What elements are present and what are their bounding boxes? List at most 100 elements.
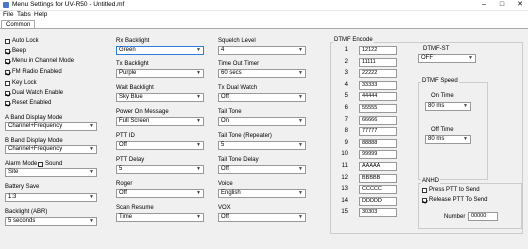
col2-select-3[interactable]: Full Screen ▼ — [116, 117, 204, 126]
dtmf-row-number: 10 — [341, 151, 348, 158]
dtmf-code-input[interactable]: 44444 — [359, 92, 397, 102]
dtmf-code-input[interactable]: 55555 — [359, 104, 397, 113]
dtmf-row-number: 6 — [344, 105, 348, 111]
dtmf-code-input[interactable]: 12122 — [359, 46, 397, 55]
app-icon — [3, 2, 9, 8]
number-input[interactable]: 00000 — [468, 212, 498, 221]
number-label: Number — [444, 214, 466, 220]
press-ptt-checkbox[interactable]: Press PTT to Send — [422, 187, 480, 193]
backlight-abr-select[interactable]: 5 seconds ▼ — [5, 217, 97, 226]
battery-save-label: Battery Save — [5, 184, 40, 190]
dtmf-row-number: 7 — [344, 116, 348, 123]
dtmf-row-number: 3 — [344, 70, 348, 77]
col2-select-1[interactable]: Purple ▼ — [116, 69, 204, 78]
dtmf-code-input[interactable]: DDDDD — [359, 196, 397, 206]
col3-label-0: Squelch Level — [218, 38, 256, 44]
dtmf-row-number: 11 — [341, 163, 348, 169]
chevron-down-icon: ▼ — [196, 94, 201, 100]
col2-select-6[interactable]: Off ▼ — [116, 189, 204, 198]
dtmf-code-input[interactable]: 11111 — [359, 57, 397, 67]
b-band-select[interactable]: Channel+Frequency ▼ — [5, 145, 97, 154]
release-ptt-checkbox[interactable]: Release PTT To Send — [422, 197, 487, 203]
dtmf-st-select[interactable]: OFF ▼ — [418, 54, 476, 63]
checkbox-box-checked — [5, 69, 10, 75]
checkbox-box-checked — [5, 48, 10, 54]
a-band-select[interactable]: Channel+Frequency ▼ — [5, 122, 97, 131]
dtmf-code-input[interactable]: 33333 — [359, 80, 397, 90]
col3-select-2[interactable]: Off ▼ — [218, 93, 306, 102]
menu-bar: File Tabs Help — [0, 10, 528, 19]
col2-select-5[interactable]: 5 ▼ — [116, 165, 204, 174]
checkbox-beep[interactable]: Beep — [5, 48, 26, 54]
chevron-down-icon: ▼ — [468, 55, 473, 61]
col2-label-1: Tx Backlight — [116, 61, 149, 67]
tab-strip: Common — [0, 19, 528, 29]
col2-label-0: Rx Backlight — [116, 38, 150, 44]
col2-label-4: PTT ID — [116, 133, 135, 139]
col3-label-1: Time Out Timer — [218, 61, 260, 67]
chevron-down-icon: ▼ — [298, 214, 303, 220]
anhd-title: ANHD — [421, 178, 441, 184]
col3-select-3[interactable]: On ▼ — [218, 117, 306, 126]
dtmf-row-number: 15 — [341, 209, 348, 216]
dtmf-code-input[interactable]: 77777 — [359, 127, 397, 137]
menu-help[interactable]: Help — [34, 11, 47, 18]
col2-label-6: Roger — [116, 181, 133, 187]
dtmf-code-input[interactable]: 22222 — [359, 69, 397, 79]
checkbox-box-checked — [422, 197, 427, 203]
dtmf-code-input[interactable]: BBBBB — [359, 173, 397, 183]
col2-select-0[interactable]: Green ▼ — [116, 46, 204, 55]
dtmf-code-input[interactable]: AAAAA — [359, 162, 397, 171]
chevron-down-icon: ▼ — [196, 70, 201, 76]
menu-tabs[interactable]: Tabs — [17, 11, 31, 18]
dtmf-row-number: 12 — [341, 174, 348, 181]
checkbox-fm-radio-enabled[interactable]: FM Radio Enabled — [5, 69, 62, 75]
dtmf-row-number: 9 — [344, 139, 348, 146]
checkbox-box-checked — [5, 58, 10, 64]
dtmf-code-input[interactable]: CCCCC — [359, 185, 397, 195]
window-title: Menu Settings for UV-R50 - Untitled.mf — [12, 1, 125, 8]
chevron-down-icon: ▼ — [196, 118, 201, 124]
dtmf-code-input[interactable]: 30303 — [359, 208, 397, 218]
sound-checkbox[interactable]: Sound — [38, 161, 62, 167]
col3-select-1[interactable]: 60 secs ▼ — [218, 69, 306, 78]
maximize-icon[interactable]: □ — [494, 0, 510, 10]
checkbox-reset-enabled[interactable]: Reset Enabled — [5, 100, 51, 106]
col3-select-6[interactable]: English ▼ — [218, 189, 306, 198]
checkbox-menu-in-channel-mode[interactable]: Menu in Channel Mode — [5, 58, 74, 64]
chevron-down-icon: ▼ — [89, 194, 94, 200]
col2-select-4[interactable]: Off ▼ — [116, 141, 204, 150]
checkbox-box — [5, 80, 10, 86]
off-time-select[interactable]: 80 ms ▼ — [425, 135, 471, 144]
close-icon[interactable]: ✕ — [512, 0, 528, 10]
col3-select-0[interactable]: 4 ▼ — [218, 46, 306, 55]
on-time-select[interactable]: 80 ms ▼ — [425, 102, 471, 111]
col3-label-3: Tail Tone — [218, 109, 242, 115]
col2-label-3: Power On Message — [116, 109, 169, 115]
minimize-icon[interactable]: – — [476, 0, 492, 10]
off-time-label: Off Time — [431, 127, 454, 133]
battery-save-select[interactable]: 1:3 ▼ — [5, 193, 97, 202]
col3-select-5[interactable]: Off ▼ — [218, 165, 306, 174]
chevron-down-icon: ▼ — [89, 169, 94, 175]
col2-label-2: Wait Backlight — [116, 85, 154, 91]
dtmf-code-input[interactable]: 88888 — [359, 138, 397, 148]
menu-file[interactable]: File — [3, 11, 13, 18]
dtmf-code-input[interactable]: 66666 — [359, 115, 397, 125]
chevron-down-icon: ▼ — [196, 142, 201, 148]
chevron-down-icon: ▼ — [298, 190, 303, 196]
dtmf-row-number: 13 — [341, 186, 348, 193]
chevron-down-icon: ▼ — [196, 190, 201, 196]
col2-select-7[interactable]: Time ▼ — [116, 213, 204, 222]
col2-select-2[interactable]: Sky Blue ▼ — [116, 93, 204, 102]
alarm-mode-select[interactable]: Site ▼ — [5, 168, 97, 177]
checkbox-dual-watch-enable[interactable]: Dual Watch Enable — [5, 90, 63, 96]
checkbox-key-lock[interactable]: Key Lock — [5, 80, 37, 86]
col3-label-4: Tail Tone (Repeater) — [218, 133, 272, 139]
checkbox-auto-lock[interactable]: Auto Lock — [5, 38, 39, 44]
chevron-down-icon: ▼ — [89, 123, 94, 129]
dtmf-row-number: 2 — [344, 58, 348, 65]
col3-select-7[interactable]: Off ▼ — [218, 213, 306, 222]
col3-select-4[interactable]: 5 ▼ — [218, 141, 306, 150]
dtmf-code-input[interactable]: 99999 — [359, 150, 397, 160]
